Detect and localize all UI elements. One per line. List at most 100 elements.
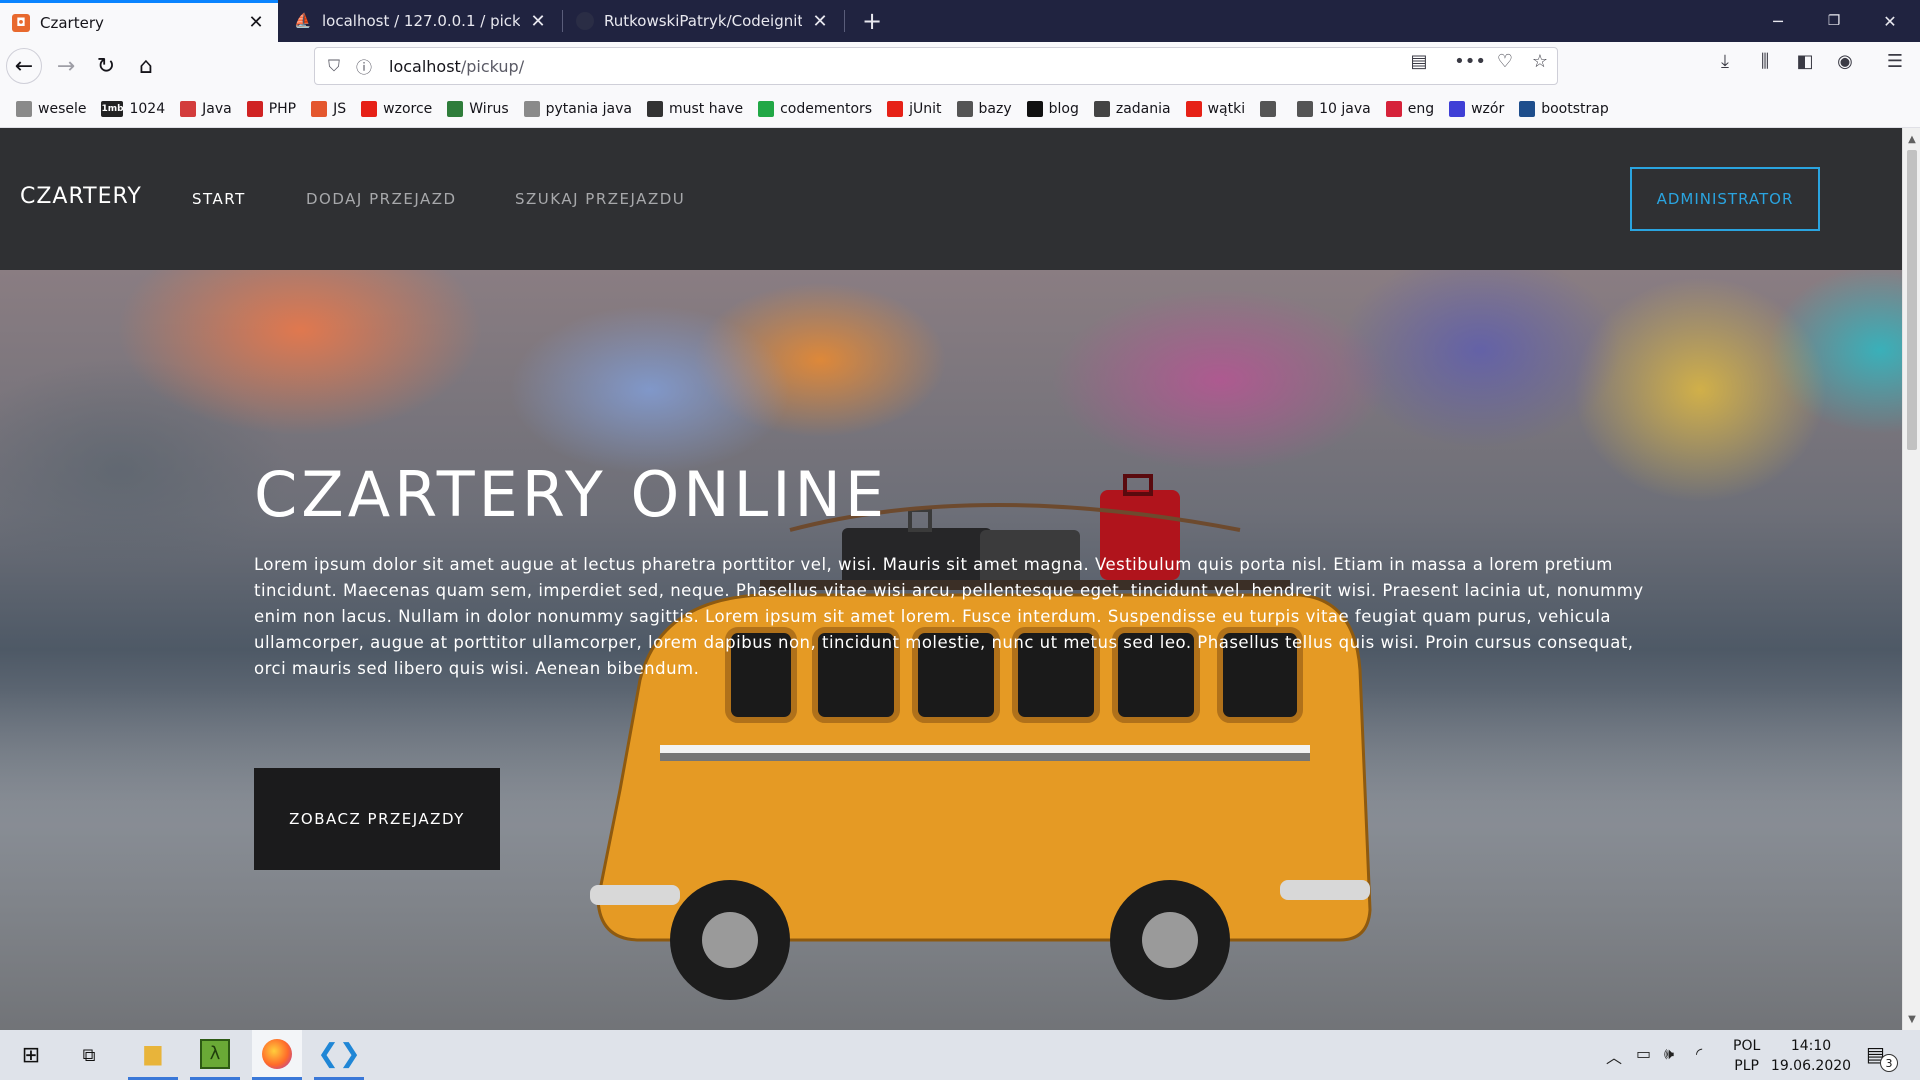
nav-dodaj-przejazd[interactable]: DODAJ PRZEJAZD: [306, 190, 457, 208]
bookmark-label: must have: [669, 100, 744, 117]
bookmark-item[interactable]: Java: [180, 100, 232, 117]
reload-icon[interactable]: ↻: [88, 48, 124, 84]
bookmark-item[interactable]: 10 java: [1297, 100, 1371, 117]
shield-icon[interactable]: ⛉: [319, 56, 349, 76]
bookmark-item[interactable]: 1mb 1024: [101, 100, 165, 117]
bookmark-label: wzorce: [383, 100, 433, 117]
clock-date: 19.06.2020: [1770, 1058, 1852, 1074]
bookmark-label: wesele: [38, 100, 87, 117]
bookmark-star-icon[interactable]: ☆: [1525, 47, 1555, 75]
scroll-down-icon[interactable]: ▼: [1903, 1010, 1920, 1028]
home-icon[interactable]: ⌂: [128, 48, 164, 84]
tab-phpmyadmin[interactable]: ⛵ localhost / 127.0.0.1 / pickup / ✕: [282, 0, 560, 42]
bookmark-favicon-icon: [1519, 100, 1536, 117]
reader-view-icon[interactable]: ▤: [1404, 47, 1434, 75]
bookmark-favicon-icon: [523, 100, 540, 117]
restore-icon[interactable]: ❐: [1806, 0, 1862, 42]
bookmark-favicon-icon: [311, 100, 328, 117]
vscode-icon[interactable]: ❮❯: [314, 1030, 364, 1080]
hero-description: Lorem ipsum dolor sit amet augue at lect…: [254, 555, 1644, 678]
zobacz-przejazdy-button[interactable]: ZOBACZ PRZEJAZDY: [254, 768, 500, 870]
close-tab-icon[interactable]: ✕: [528, 11, 548, 32]
xampp-icon[interactable]: λ: [190, 1030, 240, 1080]
bookmark-favicon-icon: [887, 100, 904, 117]
forward-icon[interactable]: →: [48, 48, 84, 84]
volume-icon[interactable]: 🕪: [1664, 1044, 1674, 1064]
account-icon[interactable]: ◉: [1830, 47, 1860, 75]
bookmark-label: PHP: [268, 100, 297, 117]
input-language[interactable]: POL PLP: [1733, 1036, 1760, 1076]
bookmark-item[interactable]: codementors: [758, 100, 872, 117]
bookmark-item[interactable]: Wirus: [447, 100, 509, 117]
pocket-icon[interactable]: ♡: [1490, 47, 1520, 75]
notification-center-icon[interactable]: ▤ 3: [1866, 1042, 1898, 1072]
close-tab-icon[interactable]: ✕: [246, 12, 266, 33]
system-clock[interactable]: 14:10 19.06.2020: [1770, 1036, 1852, 1076]
bookmark-item[interactable]: bazy: [956, 100, 1012, 117]
url-path: /pickup/: [460, 56, 525, 76]
back-icon[interactable]: ←: [6, 48, 42, 84]
battery-icon[interactable]: ▭: [1636, 1044, 1651, 1063]
minimize-icon[interactable]: ─: [1750, 0, 1806, 42]
windows-start-icon[interactable]: ⊞: [6, 1030, 56, 1080]
bookmark-item[interactable]: eng: [1385, 100, 1434, 117]
clock-time: 14:10: [1790, 1038, 1832, 1054]
bookmark-item[interactable]: PHP: [246, 100, 297, 117]
bookmark-favicon-icon: [647, 100, 663, 117]
scroll-up-icon[interactable]: ▲: [1903, 130, 1920, 148]
browser-tab-bar: ◘ Czartery ✕ ⛵ localhost / 127.0.0.1 / p…: [0, 0, 1920, 42]
file-explorer-icon[interactable]: ▆: [128, 1030, 178, 1080]
nav-start[interactable]: START: [192, 190, 246, 208]
bookmark-favicon-icon: [180, 100, 197, 117]
bookmark-item[interactable]: jUnit: [887, 100, 942, 117]
bookmark-item[interactable]: wzorce: [361, 100, 433, 117]
tab-github[interactable]: RutkowskiPatryk/Codeigniter_C ✕: [564, 0, 842, 42]
address-bar[interactable]: ⛉ ⓘ localhost /pickup/: [314, 47, 1558, 85]
close-tab-icon[interactable]: ✕: [810, 11, 830, 32]
web-page: CZARTERY START DODAJ PRZEJAZD SZUKAJ PRZ…: [0, 128, 1902, 1030]
tab-title: Czartery: [40, 13, 104, 32]
bookmark-favicon-icon: [1449, 100, 1466, 117]
tab-czartery[interactable]: ◘ Czartery ✕: [0, 0, 278, 42]
bookmark-item[interactable]: wątki: [1185, 100, 1246, 117]
bookmark-item[interactable]: wesele: [16, 100, 87, 117]
site-brand[interactable]: CZARTERY: [20, 184, 142, 209]
bookmark-label: wzór: [1471, 100, 1505, 117]
hero-section: CZARTERY ONLINE Lorem ipsum dolor sit am…: [0, 270, 1902, 1030]
scroll-thumb[interactable]: [1907, 150, 1917, 450]
nav-szukaj-przejazdu[interactable]: SZUKAJ PRZEJAZDU: [515, 190, 685, 208]
wifi-icon[interactable]: ◜: [1696, 1044, 1702, 1063]
tab-title: RutkowskiPatryk/Codeigniter_C: [604, 12, 802, 30]
hamburger-menu-icon[interactable]: ☰: [1880, 47, 1910, 75]
site-navbar: CZARTERY START DODAJ PRZEJAZD SZUKAJ PRZ…: [0, 128, 1902, 270]
bookmark-item[interactable]: blog: [1026, 100, 1079, 117]
github-favicon-icon: [576, 12, 594, 30]
bookmark-item[interactable]: wzór: [1449, 100, 1505, 117]
administrator-button[interactable]: ADMINISTRATOR: [1630, 167, 1820, 231]
bookmark-label: jUnit: [909, 100, 942, 117]
library-icon[interactable]: ⫼: [1750, 47, 1780, 75]
page-actions-icon[interactable]: •••: [1454, 47, 1486, 75]
url-host: localhost: [389, 56, 461, 76]
bookmark-item[interactable]: pytania java: [523, 100, 632, 117]
sidebar-icon[interactable]: ◧: [1790, 47, 1820, 75]
bookmark-label: Java: [202, 100, 232, 117]
bookmark-label: wątki: [1207, 100, 1246, 117]
firefox-icon[interactable]: [252, 1030, 302, 1080]
bookmark-favicon-icon: [1185, 100, 1202, 117]
bookmark-item[interactable]: zadania: [1093, 100, 1171, 117]
bookmark-item[interactable]: [1260, 100, 1282, 117]
info-icon[interactable]: ⓘ: [349, 54, 379, 78]
hero-title: CZARTERY ONLINE: [254, 458, 889, 531]
bookmark-favicon-icon: [758, 100, 775, 117]
show-hidden-icons-icon[interactable]: ︿: [1606, 1044, 1622, 1068]
task-view-icon[interactable]: ⧉: [64, 1030, 114, 1080]
close-window-icon[interactable]: ✕: [1862, 0, 1918, 42]
bookmark-item[interactable]: JS: [311, 100, 346, 117]
page-scrollbar[interactable]: ▲ ▼: [1902, 128, 1920, 1030]
bookmark-item[interactable]: must have: [647, 100, 744, 117]
download-icon[interactable]: ⤓: [1710, 47, 1740, 75]
plus-icon[interactable]: +: [844, 0, 900, 42]
bookmark-item[interactable]: bootstrap: [1519, 100, 1609, 117]
bookmark-favicon-icon: [16, 100, 32, 117]
